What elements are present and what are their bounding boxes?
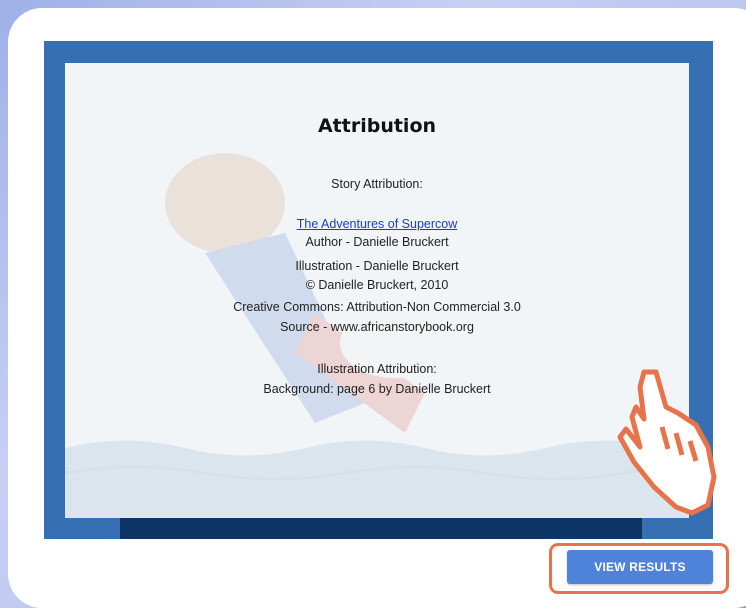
- author-credit: Author - Danielle Bruckert: [305, 235, 449, 249]
- story-title-link[interactable]: The Adventures of Supercow: [65, 216, 689, 232]
- slide-bottom-bar: [120, 518, 642, 539]
- illustration-attribution-heading: Illustration Attribution:: [317, 362, 437, 376]
- copyright-line: © Danielle Bruckert, 2010: [305, 278, 449, 292]
- attribution-slide: Attribution Story Attribution: The Adven…: [65, 63, 689, 518]
- license-line: Creative Commons: Attribution-Non Commer…: [233, 300, 521, 314]
- story-attribution-heading: Story Attribution:: [331, 177, 423, 191]
- view-results-button[interactable]: VIEW RESULTS: [567, 550, 713, 584]
- pointing-hand-icon: [617, 369, 717, 516]
- source-line: Source - www.africanstorybook.org: [280, 320, 474, 334]
- background-credit: Background: page 6 by Danielle Bruckert: [263, 382, 491, 396]
- slide-title: Attribution: [317, 115, 437, 137]
- illustrator-credit: Illustration - Danielle Bruckert: [295, 259, 459, 273]
- attribution-text-block: Attribution Story Attribution: The Adven…: [65, 63, 689, 518]
